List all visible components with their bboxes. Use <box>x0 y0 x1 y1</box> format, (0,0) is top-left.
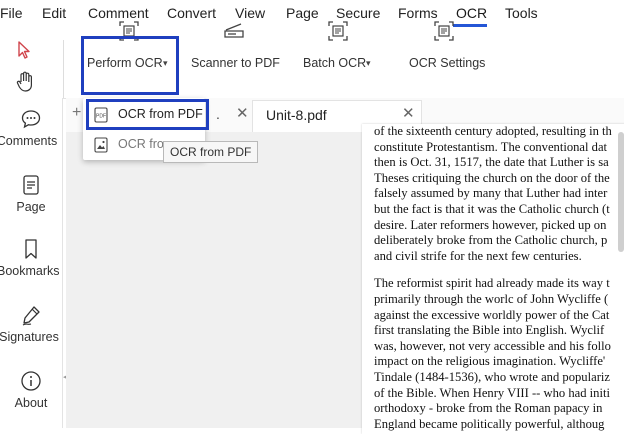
text-line: constitute Protestantism. The convention… <box>374 139 608 154</box>
sidebar-item-about[interactable]: About <box>0 370 62 410</box>
close-tab-icon[interactable]: ✕ <box>236 104 249 122</box>
sidebar-label-about: About <box>14 396 48 410</box>
menu-tools[interactable]: Tools <box>505 5 538 21</box>
pen-signature-icon <box>22 306 40 326</box>
select-tool[interactable] <box>14 40 36 62</box>
text-line: Tindale (1484-1536), who wrote and popul… <box>374 369 610 384</box>
text-line: falsely assumed by many that Luther had … <box>374 186 608 201</box>
chevron-down-icon: ▾ <box>366 58 371 68</box>
left-sidebar: Comments Page Bookmarks Signatures About <box>0 98 63 428</box>
scanner-to-pdf-button[interactable]: Scanner to PDF <box>188 8 280 70</box>
tab-title-partial[interactable]: . <box>216 106 220 122</box>
ocr-settings-button[interactable]: OCR Settings <box>402 8 488 70</box>
menu-edit[interactable]: Edit <box>42 5 66 21</box>
batch-ocr-icon <box>328 21 348 41</box>
page-icon <box>23 175 39 195</box>
hand-icon <box>16 71 32 92</box>
new-tab-icon[interactable]: + <box>72 104 81 122</box>
hand-tool[interactable] <box>15 71 37 93</box>
text-line: Theses critiquing the church on the door… <box>374 170 610 185</box>
text-line: primarily through the worlc of John Wycl… <box>374 291 609 306</box>
text-line: first translating the Bible into English… <box>374 323 605 338</box>
sidebar-item-comments[interactable]: Comments <box>0 108 62 148</box>
scanner-icon <box>224 23 244 38</box>
text-line: but the fact is that it was the Catholic… <box>374 201 610 216</box>
highlight-perform-ocr <box>81 36 179 95</box>
sidebar-item-page[interactable]: Page <box>0 174 62 214</box>
text-line: against the excessive worldly power of t… <box>374 307 610 322</box>
ocr-settings-label: OCR Settings <box>409 56 486 70</box>
paragraph-2: The reformist spirit had already made it… <box>362 276 624 432</box>
text-line: was, however, not very accessible and hi… <box>374 338 611 353</box>
toolbar-divider <box>63 40 64 98</box>
text-line: England became politically powerful, alt… <box>374 416 605 431</box>
ocr-settings-icon <box>434 21 454 41</box>
text-line: and civil strife for the next few centur… <box>374 248 582 263</box>
sidebar-item-bookmarks[interactable]: Bookmarks <box>0 238 62 278</box>
paragraph-1: of the sixteenth century adopted, result… <box>362 124 624 264</box>
text-line: then is Oct. 31, 1517, the date that Lut… <box>374 155 609 170</box>
image-file-icon <box>94 137 108 153</box>
text-line: impact on the religious imagination. Wyc… <box>374 354 606 369</box>
comment-bubble-icon <box>21 110 41 129</box>
scanner-to-pdf-label: Scanner to PDF <box>191 56 280 70</box>
text-line: The reformist spirit had already made it… <box>374 276 610 291</box>
tab-title[interactable]: Unit-8.pdf <box>266 107 327 123</box>
text-line: of the Bible. When Henry VIII -- who had… <box>374 385 610 400</box>
close-tab-icon[interactable]: ✕ <box>402 104 415 122</box>
text-line: desire. Later reformers however, picked … <box>374 217 607 232</box>
sidebar-label-page: Page <box>16 200 46 214</box>
menu-file[interactable]: File <box>0 5 23 21</box>
sidebar-item-signatures[interactable]: Signatures <box>0 304 62 344</box>
vertical-scrollbar[interactable] <box>618 132 624 252</box>
batch-ocr-label: Batch OCR <box>303 56 367 70</box>
sidebar-label-comments: Comments <box>0 134 58 148</box>
cursor-arrow-icon <box>18 41 30 59</box>
text-line: of the sixteenth century adopted, result… <box>374 124 612 138</box>
batch-ocr-button[interactable]: Batch OCR ▾ <box>298 8 378 70</box>
document-page: of the sixteenth century adopted, result… <box>362 124 624 434</box>
info-icon <box>21 371 41 391</box>
tooltip: OCR from PDF <box>163 141 259 163</box>
sidebar-label-bookmarks: Bookmarks <box>0 264 60 278</box>
highlight-ocr-from-pdf <box>86 99 209 130</box>
text-line: orthodoxy - broke from the Roman papacy … <box>374 401 603 416</box>
sidebar-label-signatures: Signatures <box>0 330 59 344</box>
text-line: deliberately broke from the Catholic chu… <box>374 233 608 248</box>
bookmark-icon <box>25 239 37 259</box>
